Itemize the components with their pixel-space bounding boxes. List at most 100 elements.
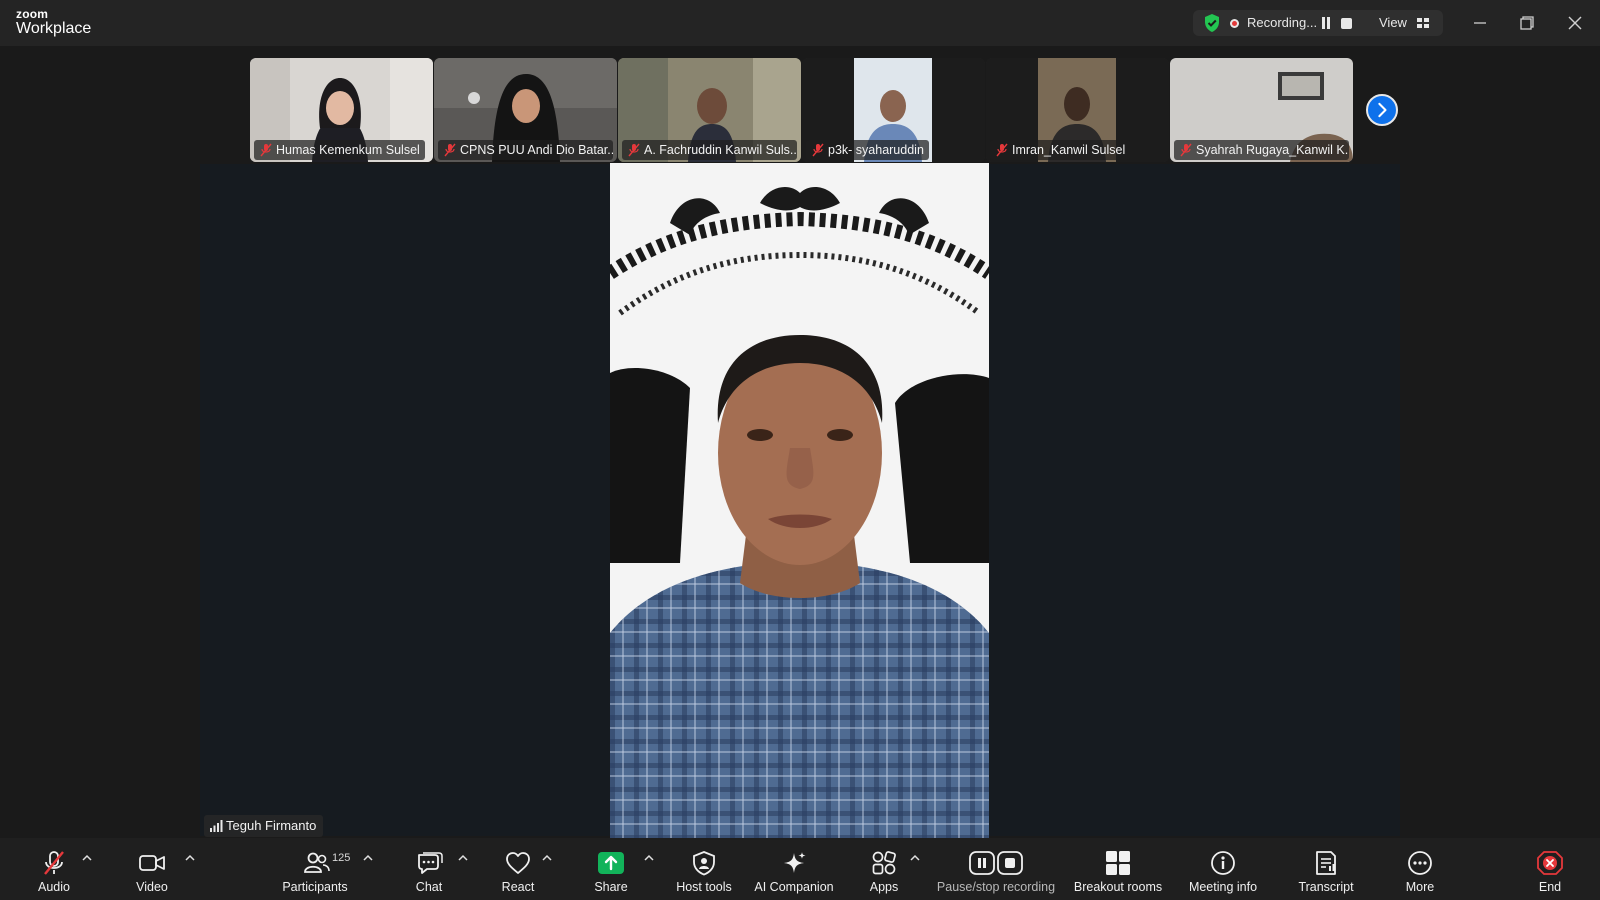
transcript-button[interactable]: Transcript <box>1290 838 1362 900</box>
participant-tile[interactable]: p3k- syaharuddin <box>802 58 985 162</box>
participant-filmstrip: Humas Kemenkum Sulsel CPNS PUU Andi Dio … <box>250 58 1353 162</box>
meeting-info-button[interactable]: Meeting info <box>1180 838 1266 900</box>
mic-muted-icon <box>444 143 456 157</box>
participant-name: Syahrah Rugaya_Kanwil K... <box>1196 143 1349 157</box>
participant-name-tag: Syahrah Rugaya_Kanwil K... <box>1174 140 1349 160</box>
participant-name-tag: A. Fachruddin Kanwil Suls... <box>622 140 797 160</box>
chat-options-chevron-icon[interactable] <box>458 854 468 862</box>
mic-muted-icon <box>260 143 272 157</box>
participant-name-tag: Imran_Kanwil Sulsel <box>990 140 1131 160</box>
ai-companion-button[interactable]: AI Companion <box>752 838 836 900</box>
participant-tile[interactable]: CPNS PUU Andi Dio Batar... <box>434 58 617 162</box>
active-speaker-video <box>610 163 989 838</box>
recording-dot-icon <box>1230 19 1239 28</box>
minimize-icon[interactable] <box>1467 10 1493 36</box>
end-meeting-button[interactable]: End <box>1530 838 1570 900</box>
react-options-chevron-icon[interactable] <box>542 854 552 862</box>
transcript-label: Transcript <box>1298 880 1354 894</box>
participants-options-chevron-icon[interactable] <box>363 854 373 862</box>
chat-label: Chat <box>415 880 443 894</box>
mic-muted-icon <box>1180 143 1192 157</box>
mic-muted-icon <box>44 851 64 875</box>
next-page-button[interactable] <box>1366 94 1398 126</box>
share-label: Share <box>594 880 628 894</box>
transcript-icon <box>1316 851 1336 875</box>
pause-stop-recording-button[interactable]: Pause/stop recording <box>930 838 1062 900</box>
video-camera-icon <box>139 855 165 871</box>
participant-tile[interactable]: Humas Kemenkum Sulsel <box>250 58 433 162</box>
audio-button[interactable]: Audio <box>30 838 78 900</box>
video-label: Video <box>136 880 168 894</box>
brand-small: zoom <box>16 7 49 21</box>
grid-view-icon[interactable] <box>1417 18 1429 28</box>
breakout-rooms-button[interactable]: Breakout rooms <box>1070 838 1166 900</box>
participants-count: 125 <box>332 852 351 864</box>
video-button[interactable]: Video <box>128 838 176 900</box>
close-icon[interactable] <box>1562 10 1588 36</box>
meeting-info-label: Meeting info <box>1188 880 1258 894</box>
participant-name: Imran_Kanwil Sulsel <box>1012 143 1126 157</box>
restore-icon[interactable] <box>1514 10 1540 36</box>
share-button[interactable]: Share <box>586 838 636 900</box>
active-speaker-name: Teguh Firmanto <box>226 818 317 833</box>
app-logo: zoom Workplace <box>16 8 91 37</box>
ai-companion-label: AI Companion <box>754 880 834 894</box>
info-icon <box>1211 851 1235 875</box>
participant-name: CPNS PUU Andi Dio Batar... <box>460 143 613 157</box>
speaker-video-frame <box>610 163 989 838</box>
mic-muted-icon <box>996 143 1008 157</box>
participant-name: Humas Kemenkum Sulsel <box>276 143 420 157</box>
meeting-toolbar: Audio Video 125 Participants Chat React … <box>0 838 1600 900</box>
chat-button[interactable]: Chat <box>404 838 454 900</box>
active-speaker-name-tag: Teguh Firmanto <box>204 815 324 837</box>
more-label: More <box>1405 880 1435 894</box>
mic-muted-icon <box>812 143 824 157</box>
audio-label: Audio <box>38 880 70 894</box>
brand-large: Workplace <box>16 20 92 37</box>
shield-icon <box>693 851 715 876</box>
recording-status-pill: Recording... View <box>1193 10 1443 36</box>
pause-recording-icon[interactable] <box>1321 17 1332 29</box>
participant-name-tag: p3k- syaharuddin <box>806 140 929 160</box>
participant-tile[interactable]: Imran_Kanwil Sulsel <box>986 58 1169 162</box>
participants-icon <box>304 852 330 873</box>
video-options-chevron-icon[interactable] <box>185 854 195 862</box>
chat-bubble-icon <box>418 852 443 874</box>
apps-button[interactable]: Apps <box>860 838 908 900</box>
sparkle-icon <box>784 852 806 873</box>
apps-icon <box>872 851 896 875</box>
breakout-rooms-label: Breakout rooms <box>1073 880 1163 894</box>
breakout-rooms-icon <box>1106 851 1130 875</box>
apps-options-chevron-icon[interactable] <box>910 854 920 862</box>
title-bar: zoom Workplace Recording... View <box>0 0 1600 46</box>
share-options-chevron-icon[interactable] <box>644 854 654 862</box>
audio-options-chevron-icon[interactable] <box>82 854 92 862</box>
react-button[interactable]: React <box>492 838 544 900</box>
host-tools-label: Host tools <box>676 880 732 894</box>
stop-recording-icon[interactable] <box>1341 18 1352 29</box>
participant-name: A. Fachruddin Kanwil Suls... <box>644 143 797 157</box>
security-shield-icon[interactable] <box>1202 13 1222 33</box>
participant-name-tag: CPNS PUU Andi Dio Batar... <box>438 140 613 160</box>
participant-name: p3k- syaharuddin <box>828 143 924 157</box>
host-tools-button[interactable]: Host tools <box>670 838 738 900</box>
view-button[interactable]: View <box>1379 15 1407 30</box>
end-meeting-icon <box>1537 851 1563 875</box>
pause-stop-recording-label: Pause/stop recording <box>936 880 1056 894</box>
end-label: End <box>1538 880 1562 894</box>
apps-label: Apps <box>869 880 899 894</box>
participant-tile[interactable]: A. Fachruddin Kanwil Suls... <box>618 58 801 162</box>
participant-tile[interactable]: Syahrah Rugaya_Kanwil K... <box>1170 58 1353 162</box>
more-button[interactable]: More <box>1396 838 1444 900</box>
participants-button[interactable]: 125 Participants <box>278 838 352 900</box>
mic-muted-icon <box>628 143 640 157</box>
pause-stop-icon <box>969 851 1023 875</box>
participants-label: Participants <box>282 880 348 894</box>
recording-status-text: Recording... <box>1247 15 1318 30</box>
participant-name-tag: Humas Kemenkum Sulsel <box>254 140 425 160</box>
more-options-icon <box>1408 851 1432 875</box>
react-label: React <box>501 880 535 894</box>
heart-icon <box>506 852 530 874</box>
share-screen-icon <box>598 852 624 874</box>
signal-strength-icon <box>210 820 223 832</box>
